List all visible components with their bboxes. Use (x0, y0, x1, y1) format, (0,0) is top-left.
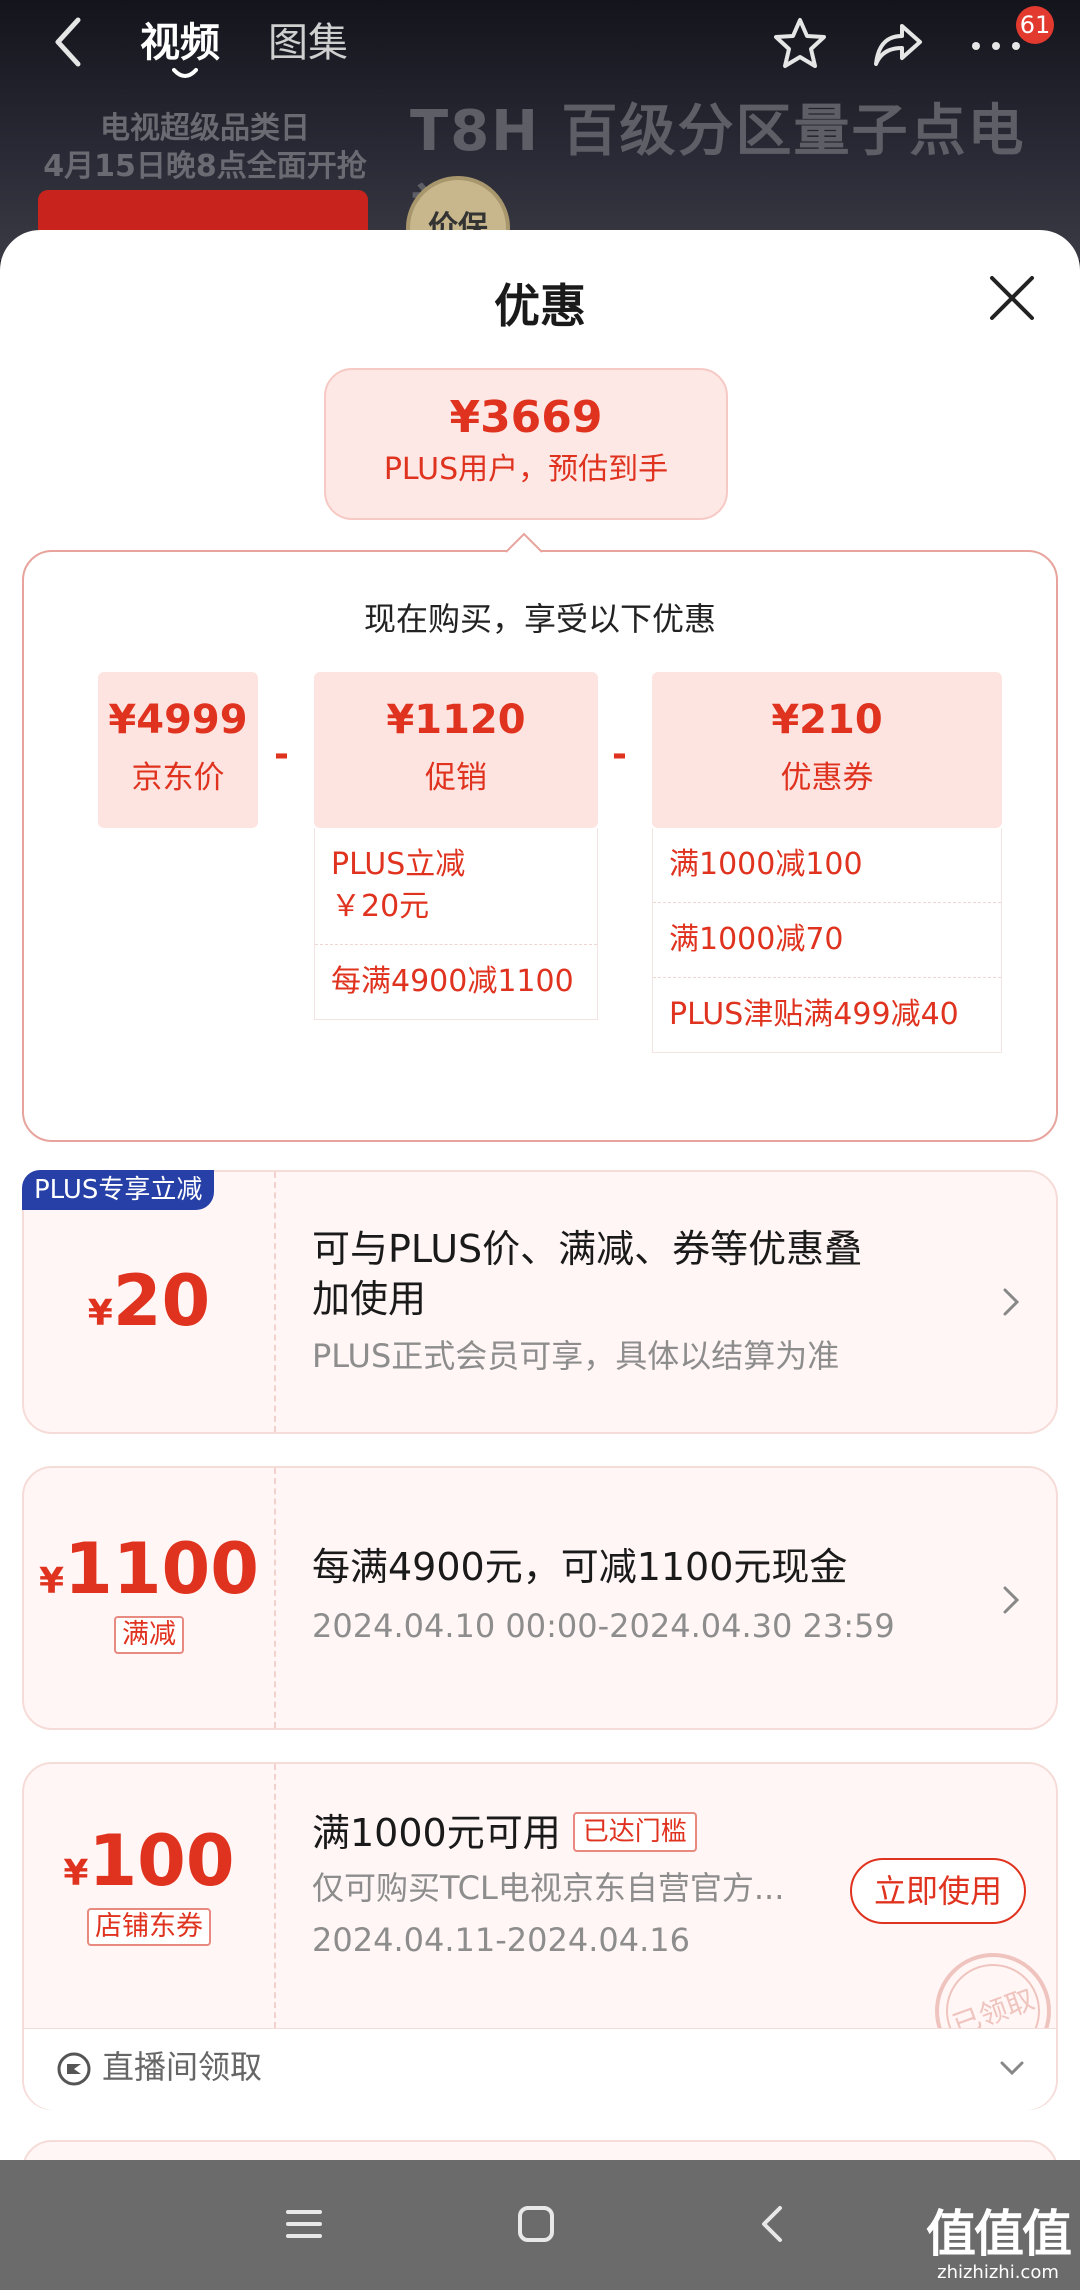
live-room-icon (57, 2052, 91, 2086)
amount-value: 1100 (64, 1528, 259, 1610)
minus-sign: - (612, 734, 627, 775)
card-subtitle: PLUS正式会员可享，具体以结算为准 (312, 1337, 840, 1375)
coupon-detail-item: 满1000减70 (653, 903, 1001, 978)
banner-line-2: 4月15日晚8点全面开抢 (43, 149, 367, 184)
promotion-detail-item: PLUS立减 ￥20元 (315, 828, 597, 945)
jd-price-box: ¥4999 京东价 (98, 672, 258, 828)
store-coupon-tag: 店铺东券 (87, 1908, 211, 1946)
live-room-claim-label: 直播间领取 (102, 2048, 263, 2086)
chevron-down-icon[interactable] (998, 2057, 1026, 2079)
chevron-right-icon[interactable] (1000, 1284, 1022, 1320)
currency-symbol: ¥ (87, 1293, 113, 1334)
sheet-title: 优惠 (494, 279, 586, 333)
jd-price-label: 京东价 (131, 760, 225, 796)
card-content: 可与PLUS价、满减、券等优惠叠 加使用 PLUS正式会员可享，具体以结算为准 (312, 1224, 996, 1378)
breakdown-title: 现在购买，享受以下优惠 (363, 600, 716, 638)
notification-badge: 61 (1016, 6, 1054, 44)
card-amount: ¥1100 (24, 1528, 274, 1610)
system-nav-bar: 值值值 zhizhizhi.com (0, 2160, 1080, 2290)
live-room-claim-row[interactable]: 直播间领取 (24, 2028, 1056, 2110)
card-amount-panel: ¥100 店铺东券 (24, 1764, 276, 2028)
home-icon[interactable] (512, 2200, 560, 2248)
full-reduction-card[interactable]: ¥1100 满减 每满4900元，可减1100元现金 2024.04.10 00… (22, 1466, 1058, 1730)
card-date-range: 2024.04.11-2024.04.16 (312, 1921, 690, 1959)
card-amount: ¥100 (24, 1820, 274, 1902)
bubble-pointer (506, 532, 542, 553)
star-icon[interactable] (770, 14, 830, 74)
coupon-detail-item: PLUS津贴满499减40 (669, 997, 959, 1032)
card-title: 加使用 (312, 1277, 427, 1321)
minus-sign: - (274, 734, 289, 775)
coupon-label: 优惠券 (780, 760, 874, 796)
banner-line-1: 电视超级品类日 (100, 111, 310, 146)
estimated-price-bubble: ¥3669 PLUS用户，预估到手 (324, 368, 728, 520)
back-arrow-icon[interactable] (48, 14, 88, 70)
estimated-price-label: PLUS用户，预估到手 (383, 452, 669, 487)
promotion-amount: ¥1120 (386, 697, 526, 743)
system-back-icon[interactable] (750, 2200, 798, 2248)
use-now-button[interactable]: 立即使用 (850, 1858, 1026, 1924)
card-content: 每满4900元，可减1100元现金 2024.04.10 00:00-2024.… (312, 1542, 996, 1648)
currency-symbol: ¥ (39, 1561, 65, 1602)
coupon-detail-item: 满1000减100 (653, 828, 1001, 903)
share-icon[interactable] (868, 14, 928, 74)
product-page-header: 视频 图集 61 电视超级品类日 4月15日晚8点全面开抢 T8H 百级分区量子… (0, 0, 1080, 280)
discount-sheet: 优惠 ¥3669 PLUS用户，预估到手 现在购买，享受以下优惠 ¥4999 京… (0, 230, 1080, 2220)
coupon-details: 满1000减100 满1000减70 PLUS津贴满499减40 (652, 828, 1002, 1053)
card-amount-panel: ¥20 (24, 1172, 276, 1432)
tab-indicator (172, 68, 198, 78)
recent-apps-icon[interactable] (280, 2200, 328, 2248)
amount-value: 20 (112, 1260, 211, 1342)
card-title: 可与PLUS价、满减、券等优惠叠 (312, 1227, 863, 1271)
store-coupon-card: ¥100 店铺东券 满1000元可用 已达门槛 仅可购买TCL电视京东自营官方..… (22, 1762, 1058, 2110)
card-date-range: 2024.04.10 00:00-2024.04.30 23:59 (312, 1607, 895, 1645)
promotion-detail-item: 每满4900减1100 (331, 964, 574, 999)
coupon-threshold-text: 满1000元可用 (312, 1811, 561, 1855)
product-headline: T8H 百级分区量子点电视 (410, 99, 1026, 245)
promotion-box: ¥1120 促销 (314, 672, 598, 828)
currency-symbol: ¥ (63, 1853, 89, 1894)
card-amount-panel: ¥1100 满减 (24, 1468, 276, 1728)
estimated-price: ¥3669 (449, 392, 603, 443)
amount-value: 100 (88, 1820, 235, 1902)
full-reduction-tag: 满减 (114, 1616, 184, 1654)
chevron-right-icon[interactable] (1000, 1582, 1022, 1618)
promotion-label: 促销 (425, 760, 487, 796)
coupon-box: ¥210 优惠券 (652, 672, 1002, 828)
tab-gallery[interactable]: 图集 (268, 18, 348, 68)
card-title: 每满4900元，可减1100元现金 (312, 1545, 848, 1589)
watermark-url: zhizhizhi.com (937, 2262, 1059, 2283)
promotion-details: PLUS立减 ￥20元 每满4900减1100 (314, 828, 598, 1020)
tab-video[interactable]: 视频 (140, 18, 220, 68)
plus-discount-card[interactable]: ¥20 PLUS专享立减 可与PLUS价、满减、券等优惠叠 加使用 PLUS正式… (22, 1170, 1058, 1434)
promo-banner-text: 电视超级品类日 4月15日晚8点全面开抢 (40, 110, 370, 186)
plus-exclusive-tag: PLUS专享立减 (22, 1170, 215, 1210)
coupon-amount: ¥210 (771, 697, 883, 743)
card-title: 满1000元可用 已达门槛 (312, 1808, 996, 1858)
threshold-reached-tag: 已达门槛 (572, 1812, 697, 1852)
site-watermark: 值值值 zhizhizhi.com (926, 2205, 1072, 2284)
discount-breakdown: 现在购买，享受以下优惠 ¥4999 京东价 - ¥1120 促销 - ¥210 … (22, 550, 1058, 1142)
card-amount: ¥20 (24, 1260, 274, 1342)
jd-price-amount: ¥4999 (108, 697, 248, 743)
close-icon[interactable] (984, 270, 1040, 326)
watermark-logo: 值值值 (926, 2205, 1072, 2263)
